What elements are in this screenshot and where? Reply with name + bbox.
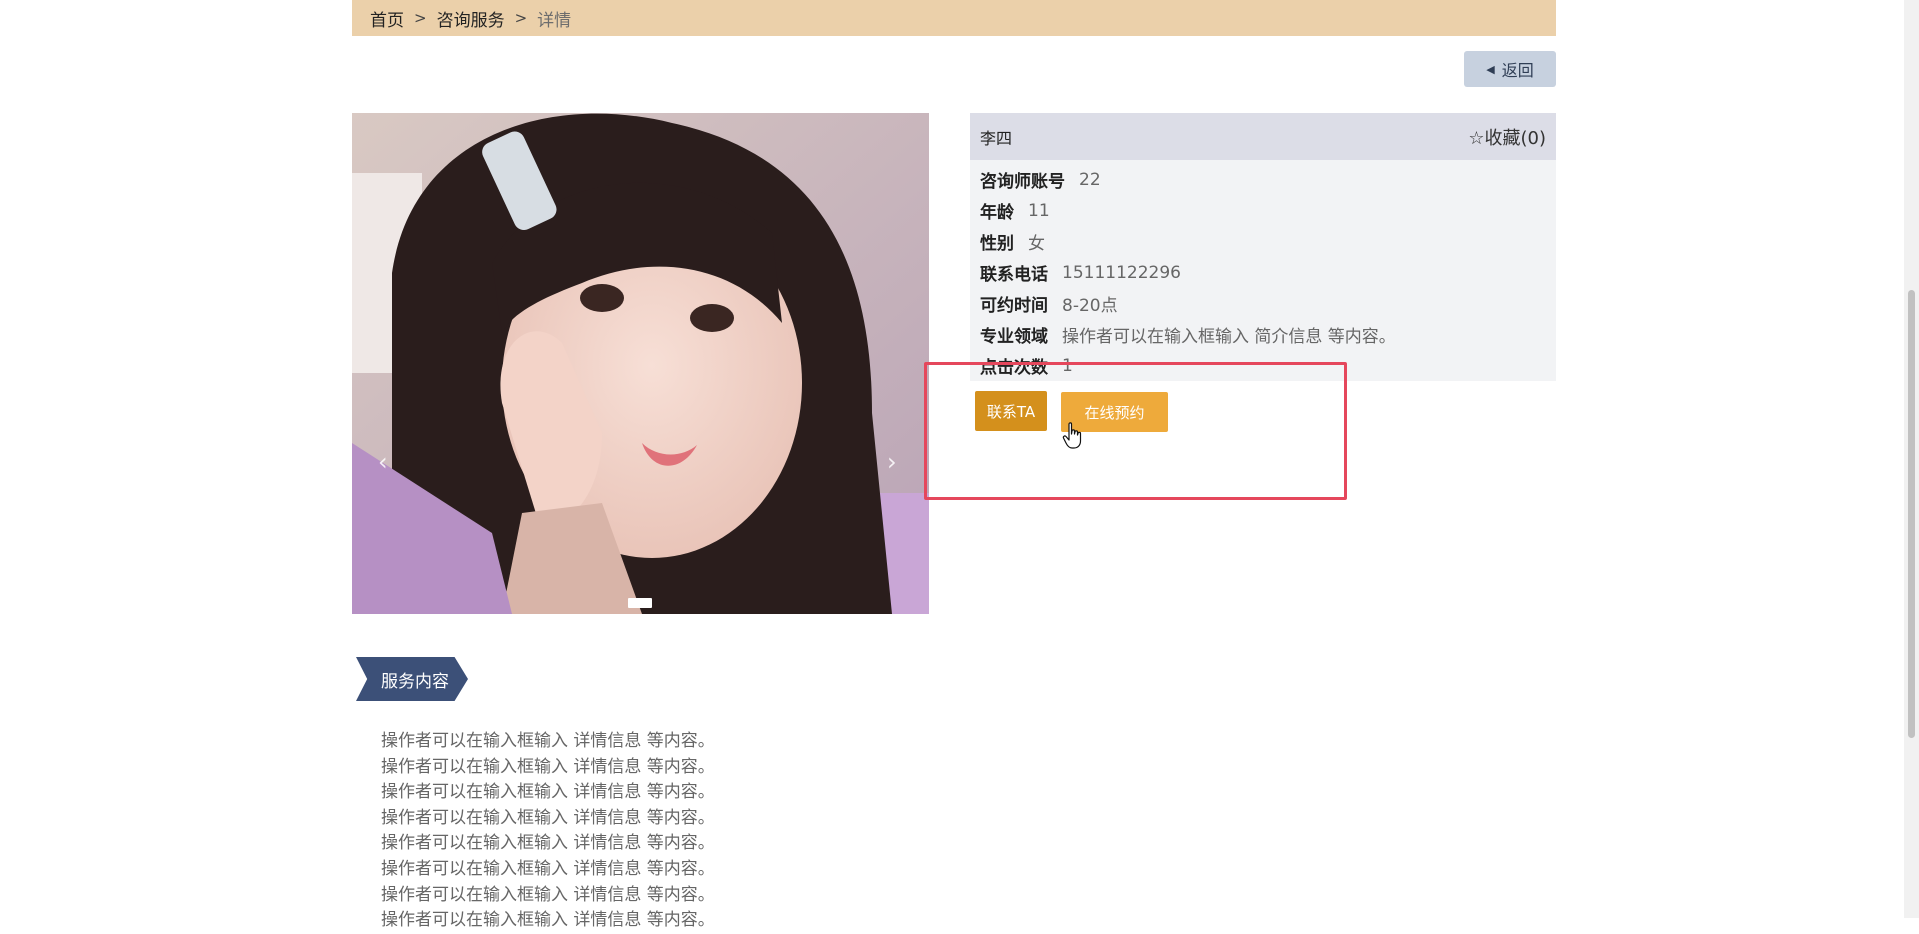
content-line: 操作者可以在输入框输入 详情信息 等内容。 [381,910,715,931]
carousel-indicator-dot[interactable] [628,598,652,608]
carousel-next-arrow[interactable]: › [887,448,897,476]
breadcrumb: 首页 > 咨询服务 > 详情 [352,0,1556,36]
content-line: 操作者可以在输入框输入 详情信息 等内容。 [381,731,715,751]
content-line: 操作者可以在输入框输入 详情信息 等内容。 [381,807,715,828]
info-label: 专业领域 [980,327,1048,347]
hand-cursor-icon [1062,422,1082,449]
consultant-name: 李四 [980,128,1013,148]
caret-left-icon: ◀ [1486,62,1495,76]
breadcrumb-home-link[interactable]: 首页 [370,6,404,31]
carousel-prev-arrow[interactable]: ‹ [378,448,388,476]
consultant-photo [352,113,929,614]
info-header: 李四 ☆收藏(0) [970,113,1556,160]
scrollbar-thumb[interactable] [1908,290,1915,738]
vertical-scrollbar[interactable] [1904,0,1919,918]
info-label: 咨询师账号 [980,172,1065,192]
back-button[interactable]: ◀ 返回 [1464,51,1556,87]
info-value: 女 [1028,234,1045,254]
breadcrumb-current: 详情 [537,10,572,31]
info-value: 11 [1028,200,1050,221]
info-row-specialty: 专业领域 操作者可以在输入框输入 简介信息 等内容。 [970,319,1556,350]
info-label: 性别 [980,234,1014,254]
breadcrumb-separator: > [414,9,427,27]
back-button-label: 返回 [1501,61,1534,80]
info-label: 年龄 [980,203,1014,223]
image-carousel[interactable]: ‹ › [352,113,929,614]
info-value: 操作者可以在输入框输入 简介信息 等内容。 [1062,327,1396,347]
highlight-box [924,362,1347,500]
content-line: 操作者可以在输入框输入 详情信息 等内容。 [381,884,715,905]
info-row-available-time: 可约时间 8-20点 [970,288,1556,319]
info-row-age: 年龄 11 [970,195,1556,226]
info-row-gender: 性别 女 [970,226,1556,257]
content-line: 操作者可以在输入框输入 详情信息 等内容。 [381,782,715,803]
info-row-phone: 联系电话 15111122296 [970,257,1556,288]
info-value: 15111122296 [1062,262,1181,283]
info-label: 联系电话 [980,265,1048,285]
service-content-text: 操作者可以在输入框输入 详情信息 等内容。 操作者可以在输入框输入 详情信息 等… [381,729,715,934]
consultant-info-panel: 李四 ☆收藏(0) 咨询师账号 22 年龄 11 性别 女 联系电话 15111… [970,113,1556,381]
favorite-button[interactable]: ☆收藏(0) [1468,124,1546,150]
breadcrumb-separator: > [514,9,528,27]
info-rows: 咨询师账号 22 年龄 11 性别 女 联系电话 15111122296 可约时… [970,160,1556,381]
info-value: 22 [1079,169,1101,190]
content-line: 操作者可以在输入框输入 详情信息 等内容。 [381,858,715,879]
info-value: 8-20点 [1062,296,1118,316]
service-content-title: 服务内容 [356,657,468,701]
content-line: 操作者可以在输入框输入 详情信息 等内容。 [381,833,715,854]
breadcrumb-services-link[interactable]: 咨询服务 [437,6,505,31]
info-label: 可约时间 [980,296,1048,316]
info-row-account: 咨询师账号 22 [970,164,1556,195]
content-line: 操作者可以在输入框输入 详情信息 等内容。 [381,756,715,777]
